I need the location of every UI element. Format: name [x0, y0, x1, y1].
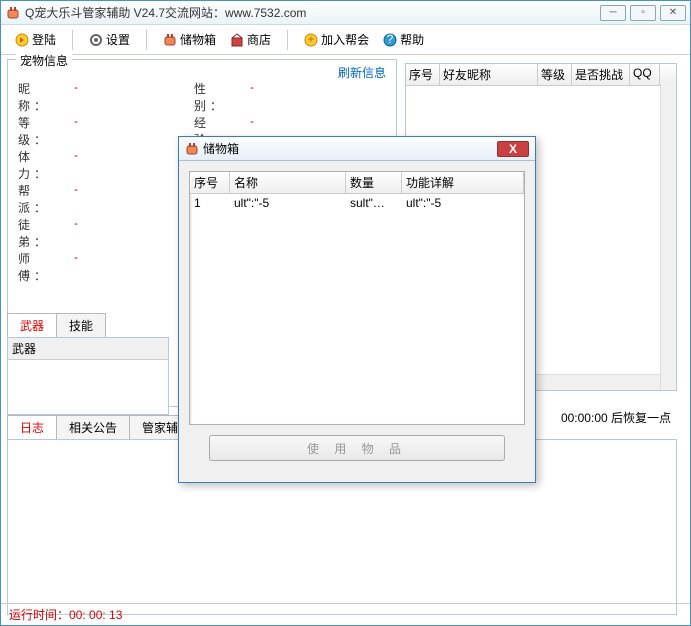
login-button[interactable]: 登陆 [9, 29, 62, 50]
scrollbar-vertical[interactable] [660, 84, 676, 390]
gender-value: - [250, 80, 254, 98]
login-label: 登陆 [32, 31, 56, 48]
separator [146, 30, 147, 50]
friends-header: 序号 好友昵称 等级 是否挑战 QQ [406, 64, 676, 86]
login-icon [15, 33, 29, 47]
table-row[interactable]: 1 ult":"-5 sult"… ult":"-5 [190, 194, 524, 212]
master-value: - [74, 250, 174, 268]
window-buttons: ─ ▫ ✕ [600, 5, 686, 21]
level-label: 等 级： [18, 114, 74, 132]
separator [287, 30, 288, 50]
help-label: 帮助 [400, 31, 424, 48]
maximize-button[interactable]: ▫ [630, 5, 656, 21]
disciple-value: - [74, 216, 174, 234]
use-item-button[interactable]: 使 用 物 品 [209, 435, 505, 461]
gang-value: - [74, 182, 174, 200]
level-value: - [74, 114, 174, 132]
separator [72, 30, 73, 50]
toolbar: 登陆 设置 储物箱 商店 + 加入帮会 ? 帮助 [1, 25, 690, 55]
shop-label: 商店 [247, 31, 271, 48]
svg-text:?: ? [387, 33, 394, 46]
dcol-desc[interactable]: 功能详解 [402, 172, 524, 193]
shop-button[interactable]: 商店 [224, 29, 277, 50]
dcol-idx[interactable]: 序号 [190, 172, 230, 193]
dcol-name[interactable]: 名称 [230, 172, 346, 193]
storage-icon [185, 142, 199, 156]
nick-label: 昵 称： [18, 80, 74, 98]
join-button[interactable]: + 加入帮会 [298, 29, 375, 50]
col-challenge[interactable]: 是否挑战 [572, 64, 630, 85]
minimize-button[interactable]: ─ [600, 5, 626, 21]
titlebar[interactable]: Q宠大乐斗管家辅助 V24.7交流网站：www.7532.com ─ ▫ ✕ [1, 1, 690, 25]
col-nick[interactable]: 好友昵称 [440, 64, 538, 85]
shop-icon [230, 33, 244, 47]
settings-button[interactable]: 设置 [83, 29, 136, 50]
col-level[interactable]: 等级 [538, 64, 572, 85]
disciple-label: 徒 弟： [18, 216, 74, 234]
gender-label: 性 别： [194, 80, 250, 98]
cell-name: ult":"-5 [230, 195, 346, 211]
runtime-label: 运行时间： [9, 606, 69, 623]
close-button[interactable]: ✕ [660, 5, 686, 21]
svg-text:+: + [308, 33, 315, 46]
storage-icon [163, 33, 177, 47]
storage-label: 储物箱 [180, 31, 216, 48]
window-title: Q宠大乐斗管家辅助 V24.7交流网站：www.7532.com [25, 4, 600, 21]
cell-qty: sult"… [346, 195, 402, 211]
help-button[interactable]: ? 帮助 [377, 29, 430, 50]
dialog-titlebar[interactable]: 储物箱 X [179, 137, 535, 161]
dialog-title: 储物箱 [203, 140, 497, 157]
storage-dialog: 储物箱 X 序号 名称 数量 功能详解 1 ult":"-5 sult"… ul… [178, 136, 536, 483]
help-icon: ? [383, 33, 397, 47]
dcol-qty[interactable]: 数量 [346, 172, 402, 193]
exp-label: 经 验： [194, 114, 250, 132]
col-qq[interactable]: QQ [630, 64, 660, 85]
exp-value: - [250, 114, 254, 132]
storage-list[interactable]: 序号 名称 数量 功能详解 1 ult":"-5 sult"… ult":"-5 [189, 171, 525, 425]
refresh-link[interactable]: 刷新信息 [338, 64, 386, 81]
dialog-close-button[interactable]: X [497, 141, 529, 157]
tab-log[interactable]: 日志 [7, 415, 57, 439]
pet-panel-title: 宠物信息 [16, 52, 72, 69]
cell-idx: 1 [190, 195, 230, 211]
weapon-col-header: 武器 [8, 338, 168, 360]
tab-skill[interactable]: 技能 [56, 313, 106, 337]
storage-button[interactable]: 储物箱 [157, 29, 222, 50]
statusbar: 运行时间： 00: 00: 13 [1, 603, 690, 625]
gear-icon [89, 33, 103, 47]
cell-desc: ult":"-5 [402, 195, 524, 211]
tab-notice[interactable]: 相关公告 [56, 415, 130, 439]
app-icon [5, 5, 21, 21]
weapon-skill-tabs: 武器 技能 武器 [7, 313, 169, 415]
join-label: 加入帮会 [321, 31, 369, 48]
nick-value: - [74, 80, 174, 98]
tab-weapon[interactable]: 武器 [7, 313, 57, 337]
col-idx[interactable]: 序号 [406, 64, 440, 85]
join-icon: + [304, 33, 318, 47]
hp-value: - [74, 148, 174, 166]
gang-label: 帮 派： [18, 182, 74, 200]
master-label: 师 傅： [18, 250, 74, 268]
hp-label: 体 力： [18, 148, 74, 166]
settings-label: 设置 [106, 31, 130, 48]
runtime-value: 00: 00: 13 [69, 608, 122, 622]
weapon-list[interactable]: 武器 [7, 337, 169, 415]
